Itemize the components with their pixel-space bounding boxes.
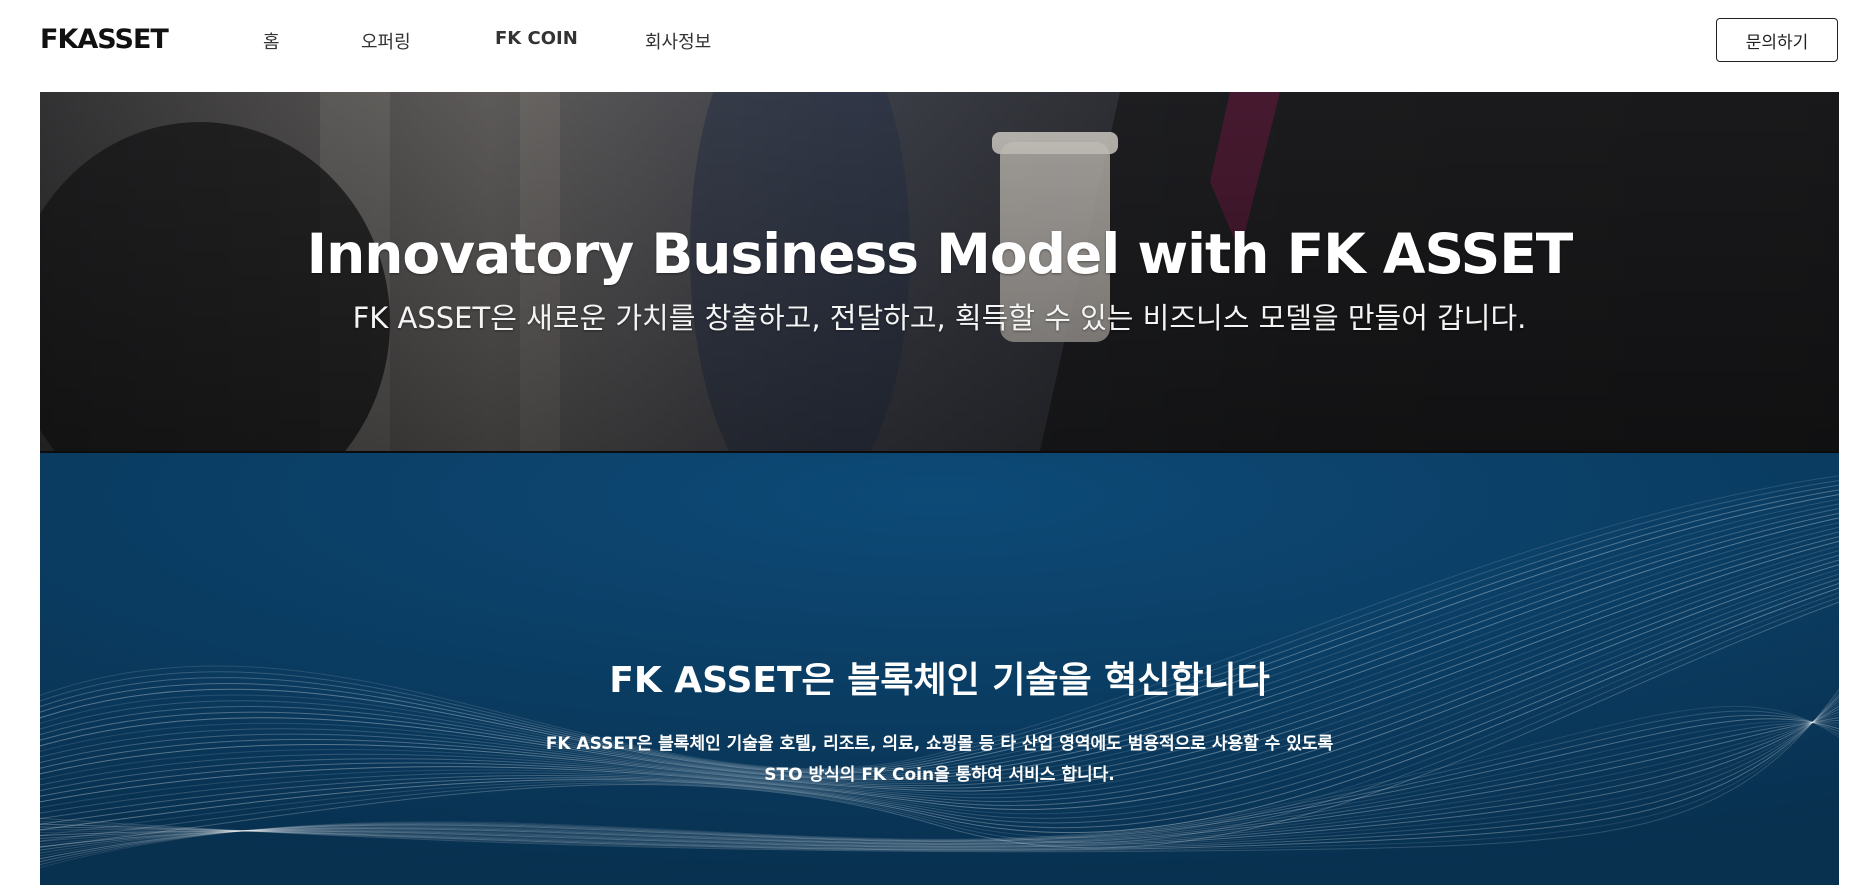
brand-logo[interactable]: FKASSET [40,24,169,55]
nav-item-offering[interactable]: 오퍼링 [361,28,411,54]
nav-item-home[interactable]: 홈 [263,28,280,54]
blockchain-section: FK ASSET은 블록체인 기술을 혁신합니다 FK ASSET은 블록체인 … [40,453,1839,885]
nav-item-fk-coin[interactable]: FK COIN [495,28,578,49]
contact-button[interactable]: 문의하기 [1716,18,1838,62]
blockchain-description: FK ASSET은 블록체인 기술을 호텔, 리조트, 의료, 쇼핑몰 등 타 … [40,729,1839,791]
top-navbar: FKASSET 홈 오퍼링 FK COIN 회사정보 문의하기 [0,0,1859,92]
nav-item-company-info[interactable]: 회사정보 [645,28,711,54]
blockchain-description-line-1: FK ASSET은 블록체인 기술을 호텔, 리조트, 의료, 쇼핑몰 등 타 … [545,734,1334,754]
hero-title: Innovatory Business Model with FK ASSET [306,222,1574,286]
hero-banner: Innovatory Business Model with FK ASSET … [40,92,1839,451]
blockchain-title: FK ASSET은 블록체인 기술을 혁신합니다 [609,660,1270,701]
hero-subtitle: FK ASSET은 새로운 가치를 창출하고, 전달하고, 획득할 수 있는 비… [352,301,1527,335]
blockchain-description-line-2: STO 방식의 FK Coin을 통하여 서비스 합니다. [764,765,1115,785]
